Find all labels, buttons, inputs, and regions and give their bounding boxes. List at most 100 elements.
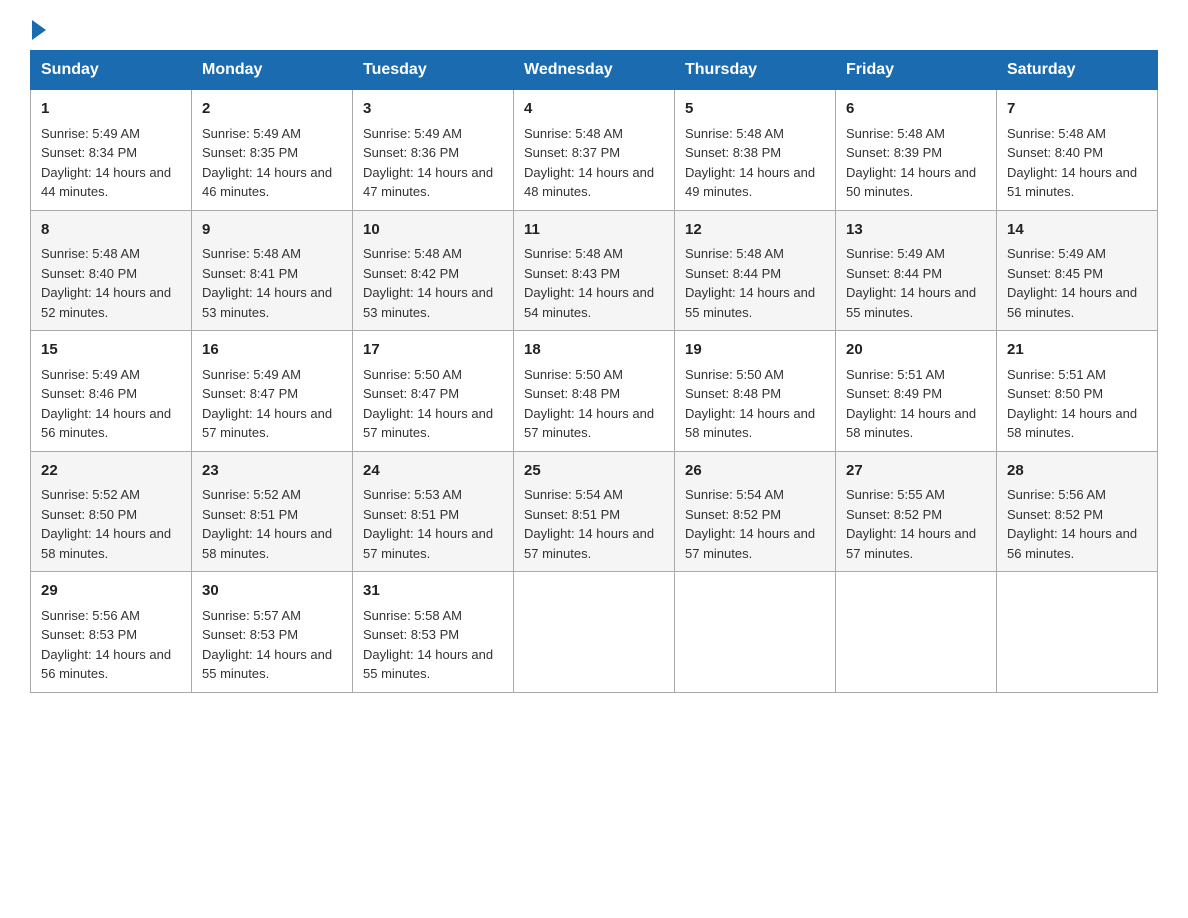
day-number: 1 — [41, 98, 181, 121]
day-sunrise: Sunrise: 5:51 AM — [846, 367, 945, 382]
day-number: 7 — [1007, 98, 1147, 121]
day-sunrise: Sunrise: 5:57 AM — [202, 608, 301, 623]
day-sunset: Sunset: 8:51 PM — [524, 507, 620, 522]
day-sunset: Sunset: 8:40 PM — [41, 266, 137, 281]
col-header-saturday: Saturday — [997, 51, 1158, 90]
day-sunset: Sunset: 8:48 PM — [524, 386, 620, 401]
calendar-cell: 17Sunrise: 5:50 AMSunset: 8:47 PMDayligh… — [353, 331, 514, 452]
day-sunrise: Sunrise: 5:56 AM — [1007, 487, 1106, 502]
day-sunset: Sunset: 8:52 PM — [685, 507, 781, 522]
day-number: 24 — [363, 460, 503, 483]
day-daylight: Daylight: 14 hours and 58 minutes. — [41, 526, 171, 561]
day-number: 31 — [363, 580, 503, 603]
day-number: 13 — [846, 219, 986, 242]
day-daylight: Daylight: 14 hours and 56 minutes. — [1007, 526, 1137, 561]
day-sunset: Sunset: 8:39 PM — [846, 145, 942, 160]
day-number: 28 — [1007, 460, 1147, 483]
day-number: 25 — [524, 460, 664, 483]
calendar-cell: 20Sunrise: 5:51 AMSunset: 8:49 PMDayligh… — [836, 331, 997, 452]
day-sunrise: Sunrise: 5:52 AM — [41, 487, 140, 502]
calendar-header-row: SundayMondayTuesdayWednesdayThursdayFrid… — [31, 51, 1158, 90]
calendar-cell: 24Sunrise: 5:53 AMSunset: 8:51 PMDayligh… — [353, 451, 514, 572]
day-sunrise: Sunrise: 5:50 AM — [363, 367, 462, 382]
day-daylight: Daylight: 14 hours and 51 minutes. — [1007, 165, 1137, 200]
day-sunrise: Sunrise: 5:48 AM — [202, 246, 301, 261]
day-sunset: Sunset: 8:36 PM — [363, 145, 459, 160]
day-sunset: Sunset: 8:50 PM — [1007, 386, 1103, 401]
calendar-cell: 9Sunrise: 5:48 AMSunset: 8:41 PMDaylight… — [192, 210, 353, 331]
calendar-cell: 30Sunrise: 5:57 AMSunset: 8:53 PMDayligh… — [192, 572, 353, 693]
day-number: 23 — [202, 460, 342, 483]
day-sunrise: Sunrise: 5:48 AM — [846, 126, 945, 141]
day-sunrise: Sunrise: 5:53 AM — [363, 487, 462, 502]
day-sunrise: Sunrise: 5:51 AM — [1007, 367, 1106, 382]
day-sunset: Sunset: 8:51 PM — [202, 507, 298, 522]
day-number: 10 — [363, 219, 503, 242]
day-number: 27 — [846, 460, 986, 483]
day-daylight: Daylight: 14 hours and 55 minutes. — [685, 285, 815, 320]
day-sunset: Sunset: 8:42 PM — [363, 266, 459, 281]
day-daylight: Daylight: 14 hours and 56 minutes. — [41, 647, 171, 682]
day-sunrise: Sunrise: 5:48 AM — [524, 126, 623, 141]
day-number: 2 — [202, 98, 342, 121]
day-daylight: Daylight: 14 hours and 46 minutes. — [202, 165, 332, 200]
day-sunrise: Sunrise: 5:50 AM — [524, 367, 623, 382]
day-daylight: Daylight: 14 hours and 52 minutes. — [41, 285, 171, 320]
calendar-cell — [836, 572, 997, 693]
calendar-cell: 8 Sunrise: 5:48 AM Sunset: 8:40 PM Daylight… — [31, 210, 192, 331]
day-sunset: Sunset: 8:43 PM — [524, 266, 620, 281]
day-number: 29 — [41, 580, 181, 603]
day-daylight: Daylight: 14 hours and 47 minutes. — [363, 165, 493, 200]
col-header-monday: Monday — [192, 51, 353, 90]
day-number: 21 — [1007, 339, 1147, 362]
day-daylight: Daylight: 14 hours and 58 minutes. — [685, 406, 815, 441]
day-sunset: Sunset: 8:34 PM — [41, 145, 137, 160]
calendar-cell: 27Sunrise: 5:55 AMSunset: 8:52 PMDayligh… — [836, 451, 997, 572]
day-number: 9 — [202, 219, 342, 242]
calendar-week-row: 29Sunrise: 5:56 AMSunset: 8:53 PMDayligh… — [31, 572, 1158, 693]
day-sunset: Sunset: 8:47 PM — [363, 386, 459, 401]
calendar-cell: 23Sunrise: 5:52 AMSunset: 8:51 PMDayligh… — [192, 451, 353, 572]
calendar-cell — [997, 572, 1158, 693]
day-sunrise: Sunrise: 5:49 AM — [41, 367, 140, 382]
calendar-cell: 7 Sunrise: 5:48 AM Sunset: 8:40 PM Daylight… — [997, 90, 1158, 211]
day-sunrise: Sunrise: 5:54 AM — [524, 487, 623, 502]
calendar-cell: 18Sunrise: 5:50 AMSunset: 8:48 PMDayligh… — [514, 331, 675, 452]
page-header — [30, 20, 1158, 40]
day-sunrise: Sunrise: 5:49 AM — [41, 126, 140, 141]
calendar-cell: 25Sunrise: 5:54 AMSunset: 8:51 PMDayligh… — [514, 451, 675, 572]
day-sunrise: Sunrise: 5:49 AM — [846, 246, 945, 261]
calendar-week-row: 15Sunrise: 5:49 AMSunset: 8:46 PMDayligh… — [31, 331, 1158, 452]
calendar-cell: 15Sunrise: 5:49 AMSunset: 8:46 PMDayligh… — [31, 331, 192, 452]
day-number: 3 — [363, 98, 503, 121]
day-sunrise: Sunrise: 5:49 AM — [202, 126, 301, 141]
day-number: 6 — [846, 98, 986, 121]
day-number: 14 — [1007, 219, 1147, 242]
day-number: 19 — [685, 339, 825, 362]
day-number: 18 — [524, 339, 664, 362]
day-sunset: Sunset: 8:46 PM — [41, 386, 137, 401]
day-daylight: Daylight: 14 hours and 54 minutes. — [524, 285, 654, 320]
calendar-cell: 1 Sunrise: 5:49 AM Sunset: 8:34 PM Daylight… — [31, 90, 192, 211]
calendar-cell: 11Sunrise: 5:48 AMSunset: 8:43 PMDayligh… — [514, 210, 675, 331]
calendar-cell — [514, 572, 675, 693]
day-daylight: Daylight: 14 hours and 48 minutes. — [524, 165, 654, 200]
day-sunrise: Sunrise: 5:48 AM — [1007, 126, 1106, 141]
col-header-friday: Friday — [836, 51, 997, 90]
day-sunrise: Sunrise: 5:48 AM — [41, 246, 140, 261]
calendar-cell: 4Sunrise: 5:48 AMSunset: 8:37 PMDaylight… — [514, 90, 675, 211]
day-number: 26 — [685, 460, 825, 483]
calendar-cell: 10Sunrise: 5:48 AMSunset: 8:42 PMDayligh… — [353, 210, 514, 331]
day-daylight: Daylight: 14 hours and 55 minutes. — [363, 647, 493, 682]
day-number: 8 — [41, 219, 181, 242]
day-sunset: Sunset: 8:52 PM — [1007, 507, 1103, 522]
calendar-cell: 5Sunrise: 5:48 AMSunset: 8:38 PMDaylight… — [675, 90, 836, 211]
day-daylight: Daylight: 14 hours and 44 minutes. — [41, 165, 171, 200]
day-sunrise: Sunrise: 5:54 AM — [685, 487, 784, 502]
day-sunset: Sunset: 8:44 PM — [685, 266, 781, 281]
day-sunrise: Sunrise: 5:48 AM — [685, 246, 784, 261]
day-sunrise: Sunrise: 5:48 AM — [524, 246, 623, 261]
logo — [30, 20, 46, 40]
day-sunset: Sunset: 8:40 PM — [1007, 145, 1103, 160]
day-number: 22 — [41, 460, 181, 483]
